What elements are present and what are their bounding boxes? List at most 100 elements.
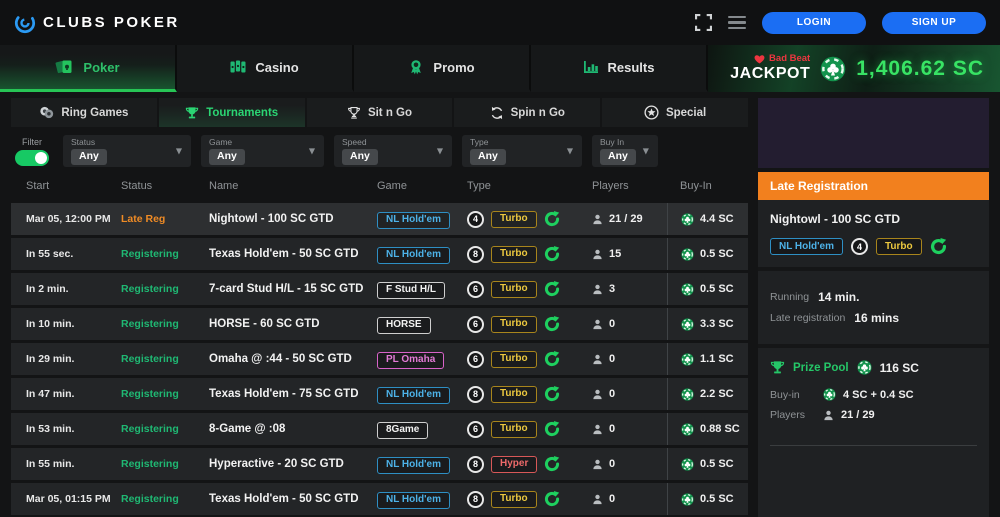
column-header-status[interactable]: Status bbox=[121, 180, 209, 192]
filter-toggle[interactable] bbox=[15, 149, 49, 166]
buyin-value: 4 SC + 0.4 SC bbox=[843, 388, 914, 401]
players-icon bbox=[592, 284, 603, 295]
column-header-players[interactable]: Players bbox=[592, 180, 667, 192]
nav-tab-casino[interactable]: Casino bbox=[177, 45, 354, 92]
players-count: 0 bbox=[609, 423, 616, 435]
nav-tab-promo[interactable]: Promo bbox=[354, 45, 531, 92]
table-row[interactable]: In 10 min. Registering HORSE - 60 SC GTD… bbox=[11, 308, 748, 340]
buyin-amount: 0.5 SC bbox=[700, 493, 734, 505]
logo-icon bbox=[14, 12, 36, 34]
speed-badge: Hyper bbox=[491, 455, 538, 473]
nav-tab-results[interactable]: Results bbox=[531, 45, 708, 92]
fullscreen-icon[interactable] bbox=[695, 14, 712, 31]
column-header-type[interactable]: Type bbox=[467, 180, 592, 192]
buyin-amount: 0.5 SC bbox=[700, 283, 734, 295]
buyin-amount: 4.4 SC bbox=[700, 213, 734, 225]
tournament-status: Registering bbox=[121, 493, 179, 505]
nav-tab-poker[interactable]: Poker bbox=[0, 45, 177, 92]
game-badge: NL Hold'em bbox=[770, 238, 843, 255]
trophy-icon bbox=[770, 360, 785, 375]
trophy-outline-icon bbox=[347, 106, 361, 120]
jackpot-panel[interactable]: Bad Beat JACKPOT 1,406.62 SC bbox=[708, 45, 1000, 92]
table-size-badge: 4 bbox=[850, 238, 868, 255]
players-count: 0 bbox=[609, 388, 616, 400]
table-size-badge: 8 bbox=[467, 455, 484, 473]
logo-text: CLUBS POKER bbox=[43, 14, 180, 31]
dropdown-buyin[interactable]: Buy In Any ▼ bbox=[592, 135, 658, 167]
chip-icon bbox=[857, 360, 872, 375]
table-row[interactable]: Mar 05, 01:15 PM Registering Texas Hold'… bbox=[11, 483, 748, 515]
chip-icon bbox=[681, 212, 694, 226]
table-size-badge: 6 bbox=[467, 315, 484, 333]
dropdown-type[interactable]: Type Any ▼ bbox=[462, 135, 582, 167]
menu-icon[interactable] bbox=[728, 15, 746, 30]
tournament-title: Nightowl - 100 SC GTD bbox=[770, 212, 901, 226]
players-icon bbox=[592, 354, 603, 365]
column-header-start[interactable]: Start bbox=[26, 180, 121, 192]
tournament-status: Registering bbox=[121, 423, 179, 435]
table-size-badge: 6 bbox=[467, 350, 484, 368]
login-button[interactable]: LOGIN bbox=[762, 11, 866, 34]
prize-pool-value: 116 SC bbox=[879, 360, 919, 375]
players-icon bbox=[592, 249, 603, 260]
buyin-label: Buy-in bbox=[770, 388, 800, 401]
subnav-tab-spin-n-go[interactable]: Spin n Go bbox=[454, 98, 603, 127]
top-bar: CLUBS POKER LOGIN SIGN UP bbox=[0, 0, 1000, 45]
players-count: 0 bbox=[609, 493, 616, 505]
speed-badge: Turbo bbox=[491, 350, 537, 368]
table-row[interactable]: In 29 min. Registering Omaha @ :44 - 50 … bbox=[11, 343, 748, 375]
signup-button[interactable]: SIGN UP bbox=[882, 11, 986, 34]
reentry-icon bbox=[544, 456, 560, 472]
logo[interactable]: CLUBS POKER bbox=[14, 12, 180, 34]
column-header-name[interactable]: Name bbox=[209, 180, 377, 192]
players-icon bbox=[592, 389, 603, 400]
dropdown-game[interactable]: Game Any ▼ bbox=[201, 135, 324, 167]
subnav-tab-special[interactable]: Special bbox=[602, 98, 748, 127]
medal-icon bbox=[408, 59, 424, 75]
tournament-name: Texas Hold'em - 50 SC GTD bbox=[209, 248, 359, 260]
subnav-tab-sit-n-go[interactable]: Sit n Go bbox=[307, 98, 455, 127]
tournament-status: Registering bbox=[121, 318, 179, 330]
late-registration-label: Late registration bbox=[770, 312, 846, 324]
players-count: 0 bbox=[609, 318, 616, 330]
dropdown-status[interactable]: Status Any ▼ bbox=[63, 135, 191, 167]
table-size-badge: 4 bbox=[467, 210, 484, 228]
dropdown-value: Any bbox=[209, 149, 245, 165]
dropdown-label: Buy In bbox=[600, 137, 625, 148]
chip-icon bbox=[681, 457, 694, 471]
players-count: 0 bbox=[609, 458, 616, 470]
jackpot-value: 1,406.62 SC bbox=[856, 56, 984, 80]
buyin-amount: 0.5 SC bbox=[700, 458, 734, 470]
chevron-down-icon: ▼ bbox=[566, 146, 573, 156]
table-row[interactable]: In 53 min. Registering 8-Game @ :08 8Gam… bbox=[11, 413, 748, 445]
dropdown-speed[interactable]: Speed Any ▼ bbox=[334, 135, 452, 167]
promo-banner bbox=[758, 98, 989, 168]
players-count: 15 bbox=[609, 248, 622, 260]
speed-badge: Turbo bbox=[491, 315, 537, 333]
column-header-game[interactable]: Game bbox=[377, 180, 467, 192]
tournament-status: Late Reg bbox=[121, 213, 166, 225]
table-row[interactable]: In 55 min. Registering Hyperactive - 20 … bbox=[11, 448, 748, 480]
table-row[interactable]: In 55 sec. Registering Texas Hold'em - 5… bbox=[11, 238, 748, 270]
timing-section: Running 14 min. Late registration 16 min… bbox=[758, 271, 989, 348]
table-row[interactable]: Mar 05, 12:00 PM Late Reg Nightowl - 100… bbox=[11, 203, 748, 235]
table-size-badge: 8 bbox=[467, 490, 484, 508]
chip-icon bbox=[681, 422, 694, 436]
table-row[interactable]: In 2 min. Registering 7-card Stud H/L - … bbox=[11, 273, 748, 305]
table-size-badge: 6 bbox=[467, 420, 484, 438]
buyin-amount: 2.2 SC bbox=[700, 388, 734, 400]
tournament-name: 8-Game @ :08 bbox=[209, 423, 286, 435]
game-badge: 8Game bbox=[377, 421, 429, 439]
column-header-buyin[interactable]: Buy-In bbox=[667, 180, 748, 192]
prize-section: Prize Pool 116 SC Buy-in 4 SC + 0.4 SC P… bbox=[758, 348, 989, 441]
dropdown-value: Any bbox=[342, 149, 378, 165]
tournament-start: Mar 05, 12:00 PM bbox=[26, 213, 111, 225]
chip-icon bbox=[681, 492, 694, 506]
table-row[interactable]: In 47 min. Registering Texas Hold'em - 7… bbox=[11, 378, 748, 410]
subnav-tab-ring-games[interactable]: Ring Games bbox=[11, 98, 159, 127]
chip-icon bbox=[823, 388, 836, 401]
reentry-icon bbox=[544, 246, 560, 262]
tournament-status: Registering bbox=[121, 248, 179, 260]
players-count: 21 / 29 bbox=[609, 213, 643, 225]
subnav-tab-tournaments[interactable]: Tournaments bbox=[158, 98, 307, 127]
